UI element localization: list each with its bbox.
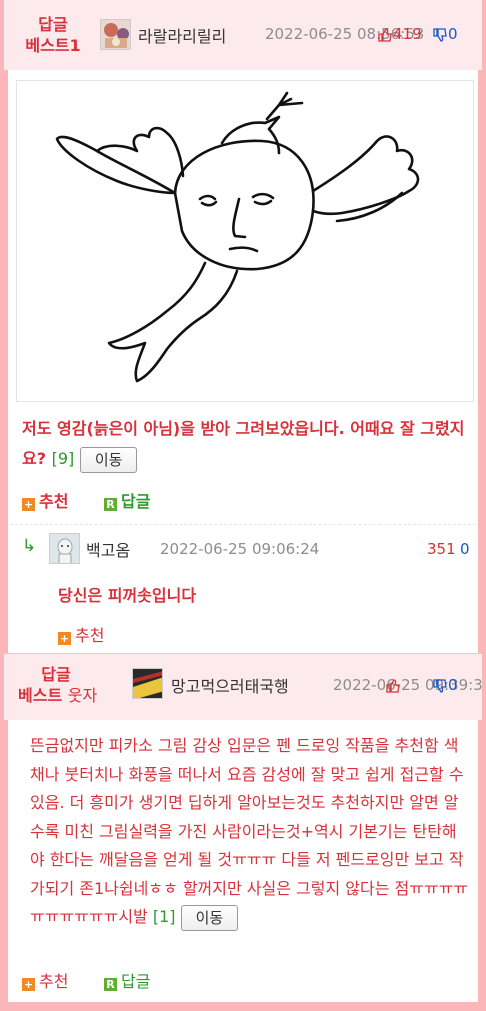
recommend-button[interactable]: + 추천 <box>58 622 104 646</box>
downvote-count[interactable]: 0 <box>460 540 470 558</box>
thumbs-up-icon <box>386 678 400 693</box>
badge-line1: 답글 <box>41 665 71 684</box>
author-nickname[interactable]: 망고먹으러태국행 <box>171 673 289 697</box>
recommend-button[interactable]: + 추천 <box>22 488 68 512</box>
thumbs-down-icon <box>433 678 447 693</box>
post-date: 2022-06-25 09:39:3 <box>333 676 483 694</box>
thumbs-down-icon <box>433 27 447 42</box>
upvote-count[interactable]: 351 <box>427 540 456 558</box>
plus-icon: + <box>58 632 71 645</box>
reply-date: 2022-06-25 09:06:24 <box>160 540 320 558</box>
recommend-button[interactable]: + 추천 <box>22 968 68 992</box>
line-drawing-face-with-wings <box>55 91 420 383</box>
badge-line2: 베스트 <box>18 686 63 705</box>
downvote[interactable]: 0 <box>432 676 458 694</box>
author-nickname[interactable]: 라랄라리릴리 <box>138 23 226 47</box>
move-button[interactable]: 이동 <box>180 904 239 931</box>
author-nickname[interactable]: 백고옴 <box>86 537 130 561</box>
downvote-count: 0 <box>448 25 458 43</box>
reply-arrow-icon: ↳ <box>22 536 37 556</box>
post-body: 뜬금없지만 피카소 그림 감상 입문은 펜 드로잉 작품을 추천함 색채나 붓터… <box>30 732 470 932</box>
avatar-image-icon <box>50 534 79 563</box>
upvote[interactable] <box>385 676 401 694</box>
reply-label: 답글 <box>121 972 151 991</box>
reply-text: 당신은 피꺼솟입니다 <box>58 586 197 605</box>
thumbs-up-icon <box>378 27 392 42</box>
upvote[interactable]: 419 <box>377 25 422 43</box>
avatar[interactable] <box>49 533 80 564</box>
best-reply-badge: 답글 베스트 웃자 <box>18 664 97 706</box>
post-body: 저도 영감(늙은이 아님)을 받아 그려보았읍니다. 어때요 잘 그렸지요? [… <box>22 414 474 474</box>
attached-drawing-image[interactable] <box>16 80 474 402</box>
badge-line2: 베스트1 <box>25 36 81 55</box>
avatar-image-icon <box>101 20 130 49</box>
comment-count[interactable]: [1] <box>153 907 176 926</box>
post-text: 뜬금없지만 피카소 그림 감상 입문은 펜 드로잉 작품을 추천함 색채나 붓터… <box>30 736 469 926</box>
recommend-label: 추천 <box>39 492 69 511</box>
avatar[interactable] <box>132 668 163 699</box>
reply-r-icon: R <box>104 978 117 991</box>
downvote[interactable]: 0 <box>432 25 458 43</box>
move-button[interactable]: 이동 <box>79 446 138 473</box>
badge-line1: 답글 <box>38 15 68 34</box>
category-tag[interactable]: 웃자 <box>68 686 97 705</box>
avatar[interactable] <box>100 19 131 50</box>
reply-button[interactable]: R 답글 <box>104 968 150 992</box>
plus-icon: + <box>22 978 35 991</box>
upvote-count: 419 <box>393 25 422 43</box>
plus-icon: + <box>22 498 35 511</box>
best-reply-badge: 답글 베스트1 <box>18 14 88 56</box>
avatar-image-icon <box>133 669 162 698</box>
comment-count[interactable]: [9] <box>52 449 75 468</box>
reply-button[interactable]: R 답글 <box>104 488 150 512</box>
downvote-count: 0 <box>448 676 458 694</box>
reply-r-icon: R <box>104 498 117 511</box>
divider <box>10 524 476 525</box>
recommend-label: 추천 <box>75 626 105 645</box>
reply-label: 답글 <box>121 492 151 511</box>
recommend-label: 추천 <box>39 972 69 991</box>
